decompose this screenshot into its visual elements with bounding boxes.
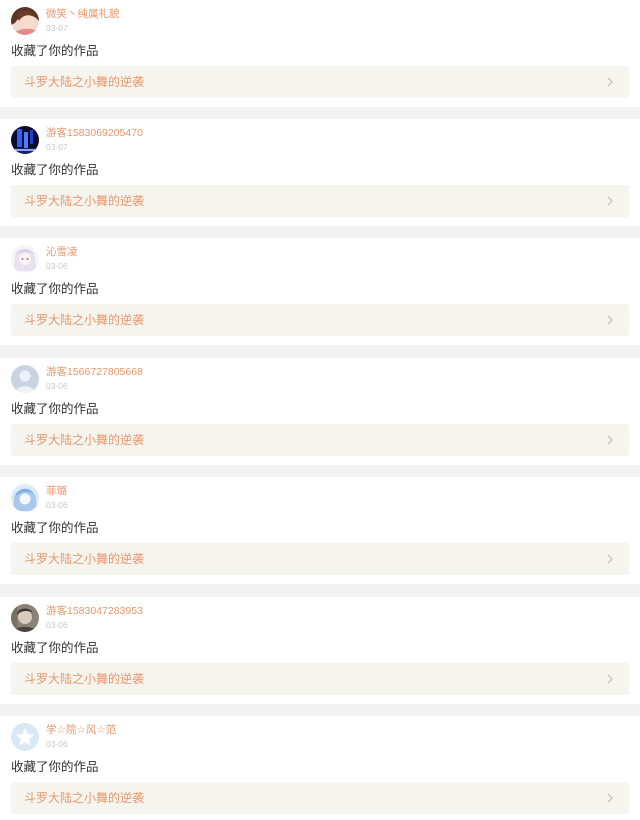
chevron-right-icon xyxy=(604,434,616,446)
timestamp: 03-07 xyxy=(46,142,68,152)
avatar[interactable] xyxy=(11,604,39,632)
work-link[interactable]: 斗罗大陆之小舞的逆袭 xyxy=(11,66,629,98)
timestamp: 03-06 xyxy=(46,620,68,630)
avatar[interactable] xyxy=(11,484,39,512)
avatar[interactable] xyxy=(11,245,39,273)
notification-card: 菲璐 03-06 收藏了你的作品 斗罗大陆之小舞的逆袭 xyxy=(0,477,640,584)
action-text: 收藏了你的作品 xyxy=(11,282,99,296)
avatar[interactable] xyxy=(11,723,39,751)
work-link[interactable]: 斗罗大陆之小舞的逆袭 xyxy=(11,185,629,217)
notification-feed: 微笑丶纯属礼貌 03-07 收藏了你的作品 斗罗大陆之小舞的逆袭 游客15830… xyxy=(0,0,640,820)
avatar[interactable] xyxy=(11,365,39,393)
notification-card: 游客1583069205470 03-07 收藏了你的作品 斗罗大陆之小舞的逆袭 xyxy=(0,119,640,226)
timestamp: 03-06 xyxy=(46,739,68,749)
username[interactable]: 游客1583069205470 xyxy=(46,127,143,140)
work-title: 斗罗大陆之小舞的逆袭 xyxy=(24,433,145,447)
timestamp: 03-07 xyxy=(46,23,68,33)
chevron-right-icon xyxy=(604,673,616,685)
work-link[interactable]: 斗罗大陆之小舞的逆袭 xyxy=(11,424,629,456)
avatar[interactable] xyxy=(11,7,39,35)
work-title: 斗罗大陆之小舞的逆袭 xyxy=(24,75,145,89)
chevron-right-icon xyxy=(604,314,616,326)
chevron-right-icon xyxy=(604,553,616,565)
action-text: 收藏了你的作品 xyxy=(11,44,99,58)
timestamp: 03-06 xyxy=(46,381,68,391)
work-title: 斗罗大陆之小舞的逆袭 xyxy=(24,552,145,566)
chevron-right-icon xyxy=(604,76,616,88)
username[interactable]: 游客1566727805668 xyxy=(46,366,143,379)
action-text: 收藏了你的作品 xyxy=(11,521,99,535)
work-link[interactable]: 斗罗大陆之小舞的逆袭 xyxy=(11,663,629,695)
action-text: 收藏了你的作品 xyxy=(11,641,99,655)
chevron-right-icon xyxy=(604,792,616,804)
action-text: 收藏了你的作品 xyxy=(11,760,99,774)
avatar[interactable] xyxy=(11,126,39,154)
action-text: 收藏了你的作品 xyxy=(11,402,99,416)
notification-card: 学☆院☆风☆范 03-06 收藏了你的作品 斗罗大陆之小舞的逆袭 xyxy=(0,716,640,820)
username[interactable]: 学☆院☆风☆范 xyxy=(46,724,116,737)
work-link[interactable]: 斗罗大陆之小舞的逆袭 xyxy=(11,782,629,814)
notification-card: 游客1583047283953 03-06 收藏了你的作品 斗罗大陆之小舞的逆袭 xyxy=(0,597,640,704)
timestamp: 03-06 xyxy=(46,500,68,510)
work-link[interactable]: 斗罗大陆之小舞的逆袭 xyxy=(11,304,629,336)
username[interactable]: 菲璐 xyxy=(46,485,67,498)
notification-card: 游客1566727805668 03-06 收藏了你的作品 斗罗大陆之小舞的逆袭 xyxy=(0,358,640,465)
timestamp: 03-06 xyxy=(46,261,68,271)
notification-card: 微笑丶纯属礼貌 03-07 收藏了你的作品 斗罗大陆之小舞的逆袭 xyxy=(0,0,640,107)
work-link[interactable]: 斗罗大陆之小舞的逆袭 xyxy=(11,543,629,575)
username[interactable]: 沁雪凌 xyxy=(46,246,78,259)
work-title: 斗罗大陆之小舞的逆袭 xyxy=(24,194,145,208)
work-title: 斗罗大陆之小舞的逆袭 xyxy=(24,791,145,805)
chevron-right-icon xyxy=(604,195,616,207)
work-title: 斗罗大陆之小舞的逆袭 xyxy=(24,313,145,327)
username[interactable]: 微笑丶纯属礼貌 xyxy=(46,8,120,21)
notification-card: 沁雪凌 03-06 收藏了你的作品 斗罗大陆之小舞的逆袭 xyxy=(0,238,640,345)
username[interactable]: 游客1583047283953 xyxy=(46,605,143,618)
work-title: 斗罗大陆之小舞的逆袭 xyxy=(24,672,145,686)
action-text: 收藏了你的作品 xyxy=(11,163,99,177)
